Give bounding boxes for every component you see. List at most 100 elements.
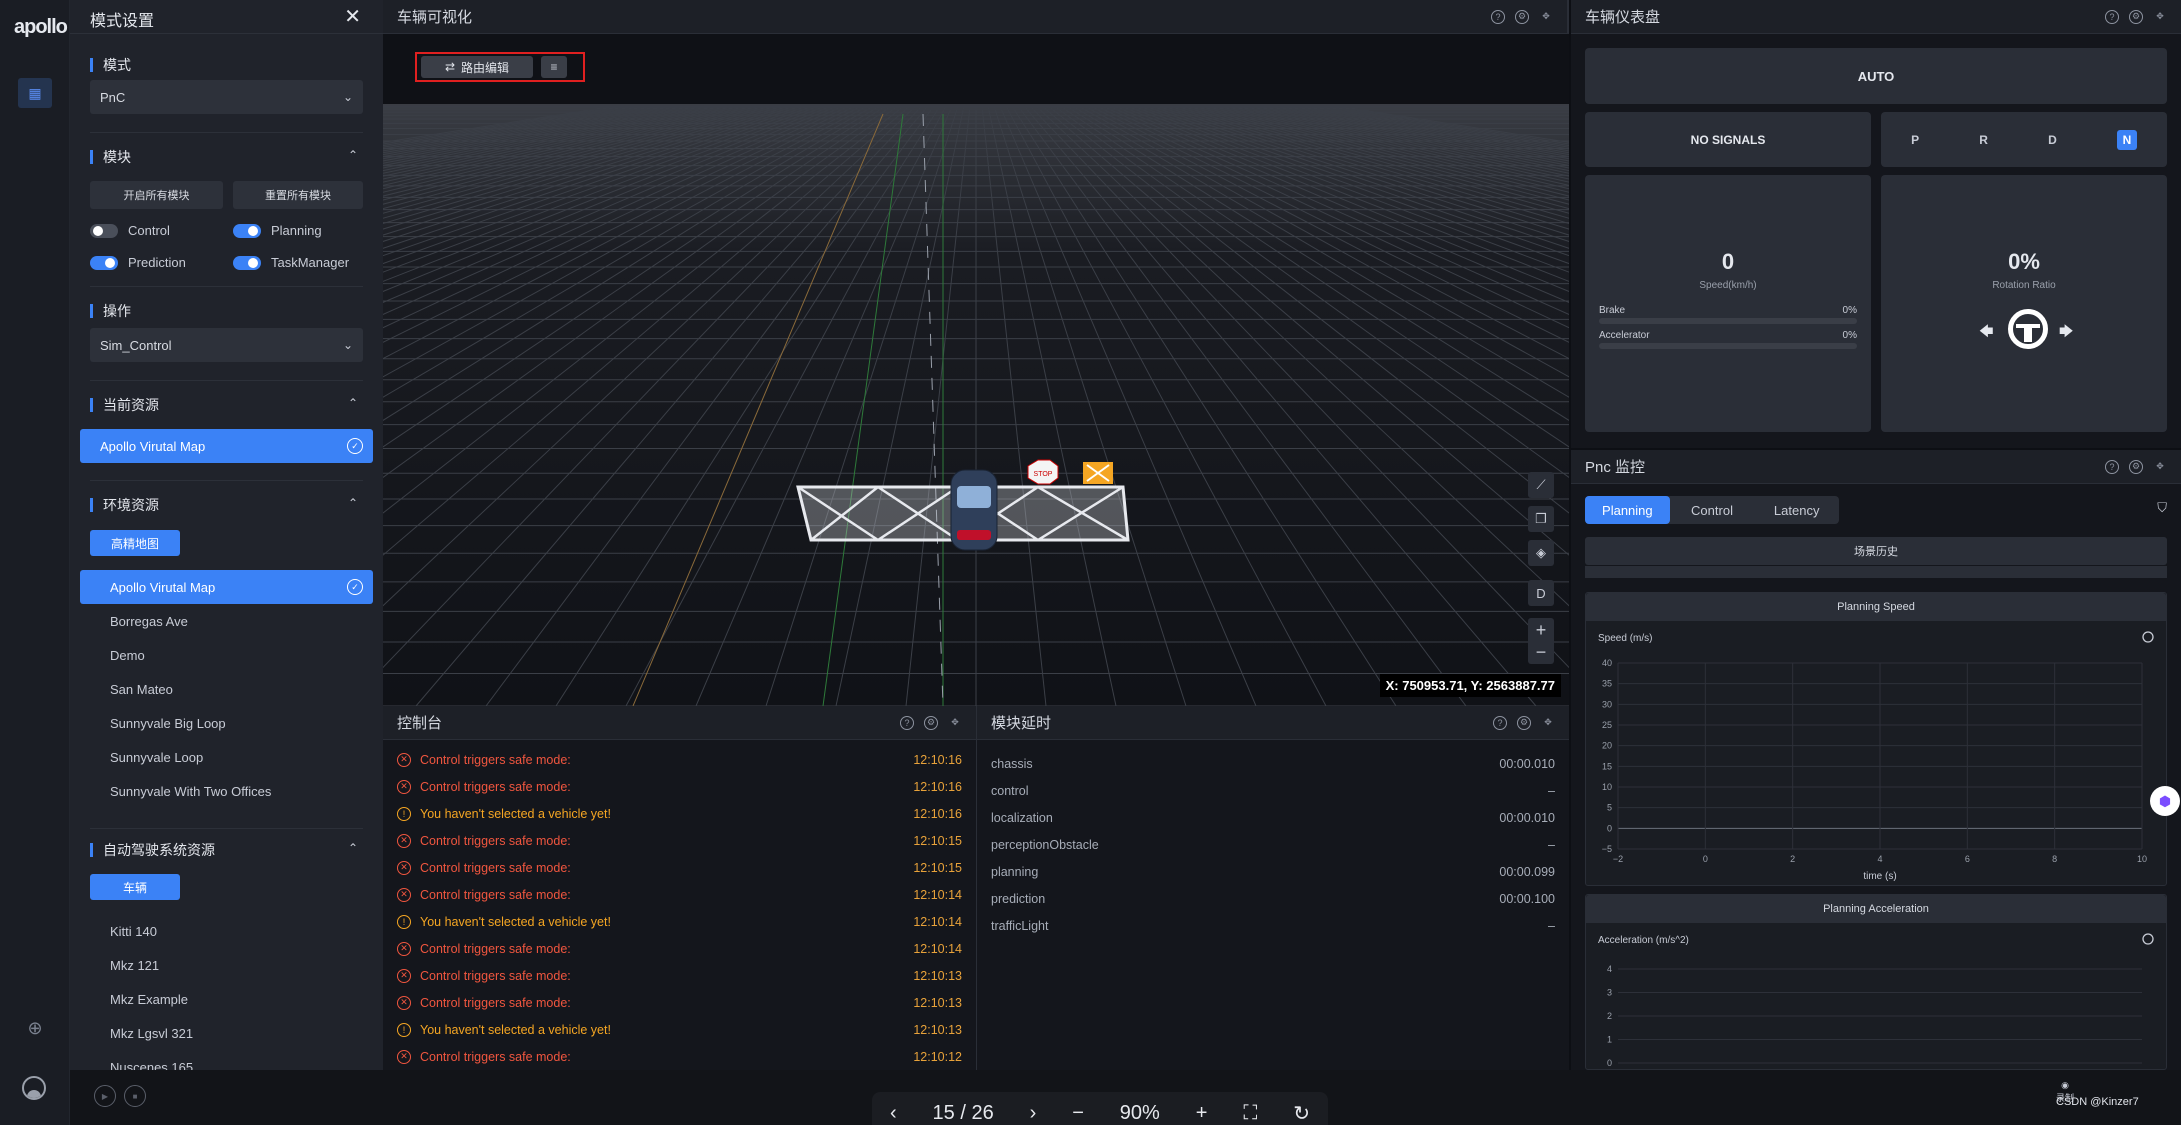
play-icon[interactable]: ▶ (94, 1085, 116, 1107)
hd-map-button[interactable]: 高精地图 (90, 530, 180, 556)
console-message: Control triggers safe mode: (420, 887, 571, 902)
map-item[interactable]: Apollo Virutal Map ✓ (80, 570, 373, 604)
toggle-control[interactable]: Control (90, 223, 170, 238)
zoom-in-button[interactable]: + (1196, 1102, 1208, 1125)
gear-icon[interactable]: ⚙ (1517, 715, 1531, 730)
map-item[interactable]: Borregas Ave (80, 604, 373, 638)
y-tick-label: 30 (1602, 699, 1612, 709)
console-message: Control triggers safe mode: (420, 968, 571, 983)
operation-select[interactable]: Sim_Control ⌄ (90, 328, 363, 362)
vehicle-button[interactable]: 车辆 (90, 874, 180, 900)
chevron-up-icon[interactable]: ⌃ (348, 496, 358, 510)
zoom-control[interactable]: + − (1528, 618, 1554, 664)
console-log: ✕ Control triggers safe mode: 12:10:16 ✕ Con… (383, 740, 976, 1070)
stop-icon[interactable]: ■ (124, 1085, 146, 1107)
filter-icon[interactable]: ⛉ (2157, 500, 2167, 516)
vehicle-item[interactable]: Mkz Example (80, 982, 373, 1016)
tab-planning[interactable]: Planning (1585, 496, 1670, 524)
enable-all-modules-button[interactable]: 开启所有模块 (90, 181, 223, 209)
cube-icon[interactable]: ◈ (1528, 540, 1554, 566)
y-tick-label: 0 (1607, 823, 1612, 833)
3d-scene[interactable]: STOP ⇄ 路由编辑 ≡ ⟋ ❐ ◈ D + − X: 750953.71, Y:… (383, 34, 1569, 706)
warning-icon: ! (397, 1022, 411, 1037)
zoom-out-button[interactable]: − (1536, 641, 1547, 663)
map-item-label: Apollo Virutal Map (110, 579, 216, 595)
expand-icon[interactable]: ✥ (1539, 10, 1553, 24)
toggle-switch[interactable] (233, 255, 261, 270)
next-page-button[interactable]: › (1030, 1102, 1037, 1125)
latency-row: localization 00:00.010 (977, 804, 1569, 831)
current-resource-label: 当前资源 (90, 398, 159, 412)
map-item[interactable]: Sunnyvale With Two Offices (80, 774, 373, 808)
chevron-up-icon[interactable]: ⌃ (348, 148, 358, 162)
toggle-prediction[interactable]: Prediction (90, 255, 186, 270)
current-map-item[interactable]: Apollo Virutal Map ✓ (80, 429, 373, 463)
assistant-floating-icon[interactable]: ⬢ (2150, 786, 2180, 816)
gear-icon[interactable]: ⚙ (2129, 459, 2143, 474)
route-edit-button[interactable]: ⇄ 路由编辑 (421, 56, 533, 78)
console-time: 12:10:16 (913, 779, 962, 794)
chevron-up-icon[interactable]: ⌃ (348, 841, 358, 855)
latency-value: 00:00.100 (1499, 891, 1555, 906)
d-view-button[interactable]: D (1528, 580, 1554, 606)
map-item[interactable]: Demo (80, 638, 373, 672)
toggle-switch[interactable] (90, 255, 118, 270)
mode-select[interactable]: PnC ⌄ (90, 80, 363, 114)
layers-icon[interactable]: ❐ (1528, 506, 1554, 532)
brake-value: 0% (1842, 305, 1857, 316)
menu-icon[interactable]: ≡ (541, 56, 567, 78)
divider (90, 380, 363, 381)
x-tick-label: 4 (1877, 854, 1882, 864)
vehicle-item[interactable]: Kitti 140 (80, 914, 373, 948)
globe-icon[interactable]: ⊕ (22, 1018, 48, 1044)
rotate-icon[interactable]: ↻ (1293, 1101, 1310, 1125)
grid-icon[interactable]: ▦ (18, 78, 52, 108)
reset-all-modules-button[interactable]: 重置所有模块 (233, 181, 363, 209)
help-icon[interactable]: ? (2105, 459, 2119, 474)
toggle-switch[interactable] (90, 223, 118, 238)
gear-icon[interactable]: ⚙ (2129, 9, 2143, 24)
y-tick-label: 1 (1607, 1035, 1612, 1045)
console-message: You haven't selected a vehicle yet! (420, 1022, 611, 1037)
zoom-out-button[interactable]: − (1072, 1102, 1084, 1125)
console-row: ! You haven't selected a vehicle yet! 12:1… (383, 800, 976, 827)
tab-control[interactable]: Control (1670, 496, 1755, 524)
help-icon[interactable]: ? (1491, 9, 1505, 24)
console-time: 12:10:13 (913, 968, 962, 983)
warning-icon: ! (397, 914, 411, 929)
zoom-in-button[interactable]: + (1536, 619, 1547, 641)
vehicle-item[interactable]: Mkz 121 (80, 948, 373, 982)
expand-icon[interactable]: ✥ (2153, 460, 2167, 474)
scenario-history-bar[interactable]: 场景历史 (1585, 537, 2167, 565)
toggle-switch[interactable] (233, 223, 261, 238)
console-time: 12:10:15 (913, 860, 962, 875)
prev-page-button[interactable]: ‹ (890, 1102, 897, 1125)
gear-icon[interactable]: ⚙ (924, 715, 938, 730)
map-item[interactable]: San Mateo (80, 672, 373, 706)
vehicle-item[interactable]: Nuscenes 165 (80, 1050, 373, 1071)
fit-icon[interactable]: ⛶ (1243, 1102, 1257, 1125)
expand-icon[interactable]: ✥ (1541, 716, 1555, 730)
map-item[interactable]: Sunnyvale Loop (80, 740, 373, 774)
expand-icon[interactable]: ✥ (2153, 10, 2167, 24)
help-icon[interactable]: ? (1493, 715, 1507, 730)
speed-card: 0 Speed(km/h) Brake 0% Accelerator 0% (1585, 175, 1871, 432)
help-icon[interactable]: ? (900, 715, 914, 730)
console-row: ✕ Control triggers safe mode: 12:10:14 (383, 935, 976, 962)
help-icon[interactable]: ? (2105, 9, 2119, 24)
latency-row: trafficLight – (977, 912, 1569, 939)
toggle-taskmanager[interactable]: TaskManager (233, 255, 349, 270)
gear-icon[interactable]: ⚙ (1515, 9, 1529, 24)
expand-icon[interactable]: ✥ (948, 716, 962, 730)
user-icon[interactable] (22, 1076, 46, 1100)
planning-acceleration-chart: Planning Acceleration Acceleration (m/s^… (1585, 894, 2167, 1070)
ruler-icon[interactable]: ⟋ (1528, 472, 1554, 498)
chevron-up-icon[interactable]: ⌃ (348, 396, 358, 410)
toggle-planning[interactable]: Planning (233, 223, 322, 238)
close-icon[interactable]: ✕ (344, 4, 361, 29)
vehicle-item[interactable]: Mkz Lgsvl 321 (80, 1016, 373, 1050)
chevron-down-icon: ⌄ (342, 338, 353, 352)
map-item[interactable]: Sunnyvale Big Loop (80, 706, 373, 740)
check-icon: ✓ (347, 438, 363, 454)
tab-latency[interactable]: Latency (1754, 496, 1839, 524)
